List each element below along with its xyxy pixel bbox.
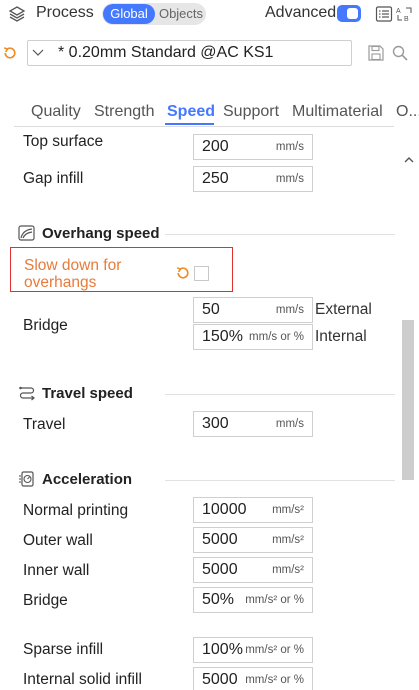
accel-sparse-infill-unit: mm/s² or % bbox=[245, 644, 304, 656]
scrollbar-thumb[interactable] bbox=[402, 320, 414, 480]
preset-name: * 0.20mm Standard @AC KS1 bbox=[58, 44, 274, 61]
gap-infill-speed-input[interactable]: 250 mm/s bbox=[193, 166, 313, 192]
tab-multimaterial[interactable]: Multimaterial bbox=[292, 103, 383, 121]
tab-speed[interactable]: Speed bbox=[167, 103, 215, 121]
overhang-section-rule bbox=[165, 234, 395, 235]
speed-settings-panel: Top surface 200 mm/s Gap infill 250 mm/s… bbox=[0, 127, 398, 690]
accel-inner-wall-input[interactable]: 5000 mm/s² bbox=[193, 557, 313, 583]
acceleration-icon bbox=[19, 471, 34, 487]
travel-speed-title: Travel speed bbox=[42, 385, 133, 402]
gap-infill-speed-value: 250 bbox=[202, 170, 229, 187]
tab-strength[interactable]: Strength bbox=[94, 103, 154, 121]
settings-tabs: Quality Strength Speed Support Multimate… bbox=[0, 100, 419, 126]
bridge-external-speed-value: 50 bbox=[202, 301, 220, 318]
tab-quality[interactable]: Quality bbox=[31, 103, 81, 121]
accel-normal-printing-unit: mm/s² bbox=[272, 504, 304, 516]
search-icon[interactable] bbox=[391, 44, 409, 62]
accel-inner-wall-label: Inner wall bbox=[23, 562, 90, 579]
scope-toggle: Global Objects bbox=[102, 3, 206, 25]
preset-row: * 0.20mm Standard @AC KS1 bbox=[0, 40, 419, 68]
accel-sparse-infill-label: Sparse infill bbox=[23, 641, 104, 658]
bridge-internal-speed-input[interactable]: 150% mm/s or % bbox=[193, 324, 313, 350]
travel-section-rule bbox=[165, 394, 395, 395]
bridge-external-label: External bbox=[315, 301, 372, 318]
layers-icon bbox=[8, 6, 26, 22]
accel-internal-solid-infill-value: 5000 bbox=[202, 671, 238, 688]
top-surface-label: Top surface bbox=[23, 133, 104, 150]
travel-speed-unit: mm/s bbox=[275, 418, 304, 430]
acceleration-section-rule bbox=[165, 480, 395, 481]
top-surface-speed-input[interactable]: 200 mm/s bbox=[193, 134, 313, 160]
process-title: Process bbox=[36, 4, 94, 21]
accel-internal-solid-infill-label: Internal solid infill bbox=[23, 671, 142, 688]
travel-icon bbox=[19, 386, 35, 401]
accel-inner-wall-unit: mm/s² bbox=[272, 564, 304, 576]
top-surface-speed-unit: mm/s bbox=[275, 141, 304, 153]
slow-down-overhangs-label-line2: overhangs bbox=[24, 274, 97, 291]
active-tab-indicator bbox=[165, 123, 214, 125]
accel-inner-wall-value: 5000 bbox=[202, 561, 238, 578]
overhang-speed-title: Overhang speed bbox=[42, 225, 160, 242]
advanced-label: Advanced bbox=[265, 4, 337, 21]
bridge-internal-speed-value: 150% bbox=[202, 328, 243, 345]
objects-mode-button[interactable]: Objects bbox=[157, 4, 205, 24]
travel-label: Travel bbox=[23, 416, 66, 433]
slow-down-overhangs-label-line1: Slow down for bbox=[24, 257, 122, 274]
acceleration-title: Acceleration bbox=[42, 471, 133, 488]
reset-icon[interactable] bbox=[2, 45, 18, 61]
preset-select[interactable]: * 0.20mm Standard @AC KS1 bbox=[27, 40, 352, 66]
accel-sparse-infill-input[interactable]: 100% mm/s² or % bbox=[193, 637, 313, 663]
list-view-icon[interactable] bbox=[375, 5, 393, 23]
accel-bridge-value: 50% bbox=[202, 591, 235, 608]
gap-infill-speed-unit: mm/s bbox=[275, 173, 304, 185]
travel-speed-input[interactable]: 300 mm/s bbox=[193, 411, 313, 437]
slow-down-overhangs-checkbox[interactable] bbox=[194, 266, 209, 281]
bridge-speed-label: Bridge bbox=[23, 317, 68, 334]
bridge-internal-speed-unit: mm/s or % bbox=[249, 331, 304, 343]
reset-icon[interactable] bbox=[175, 265, 191, 281]
chevron-down-icon bbox=[32, 49, 44, 56]
accel-normal-printing-label: Normal printing bbox=[23, 502, 129, 519]
accel-internal-solid-infill-unit: mm/s² or % bbox=[245, 674, 304, 686]
overhang-icon bbox=[18, 225, 35, 241]
scroll-up-arrow-icon[interactable] bbox=[404, 155, 414, 165]
accel-normal-printing-value: 10000 bbox=[202, 501, 247, 518]
accel-outer-wall-label: Outer wall bbox=[23, 532, 93, 549]
process-header: Process Global Objects Advanced A B bbox=[0, 0, 419, 28]
accel-outer-wall-value: 5000 bbox=[202, 531, 238, 548]
svg-text:B: B bbox=[404, 16, 409, 23]
tab-support[interactable]: Support bbox=[223, 103, 279, 121]
svg-text:A: A bbox=[396, 8, 401, 15]
save-icon[interactable] bbox=[367, 44, 385, 62]
accel-bridge-input[interactable]: 50% mm/s² or % bbox=[193, 587, 313, 613]
compare-icon[interactable]: A B bbox=[395, 5, 415, 23]
advanced-toggle[interactable] bbox=[337, 5, 361, 22]
bridge-external-speed-input[interactable]: 50 mm/s bbox=[193, 297, 313, 323]
top-surface-speed-value: 200 bbox=[202, 138, 229, 155]
gap-infill-label: Gap infill bbox=[23, 170, 84, 187]
slow-down-overhangs-label: Slow down for overhangs bbox=[24, 257, 121, 291]
travel-speed-value: 300 bbox=[202, 415, 229, 432]
tab-others[interactable]: O... bbox=[396, 103, 419, 121]
bridge-external-speed-unit: mm/s bbox=[275, 304, 304, 316]
accel-bridge-unit: mm/s² or % bbox=[245, 594, 304, 606]
accel-outer-wall-unit: mm/s² bbox=[272, 534, 304, 546]
global-mode-button[interactable]: Global bbox=[103, 4, 155, 24]
accel-bridge-label: Bridge bbox=[23, 592, 68, 609]
accel-outer-wall-input[interactable]: 5000 mm/s² bbox=[193, 527, 313, 553]
accel-sparse-infill-value: 100% bbox=[202, 641, 243, 658]
bridge-internal-label: Internal bbox=[315, 328, 367, 345]
accel-internal-solid-infill-input[interactable]: 5000 mm/s² or % bbox=[193, 667, 313, 690]
accel-normal-printing-input[interactable]: 10000 mm/s² bbox=[193, 497, 313, 523]
